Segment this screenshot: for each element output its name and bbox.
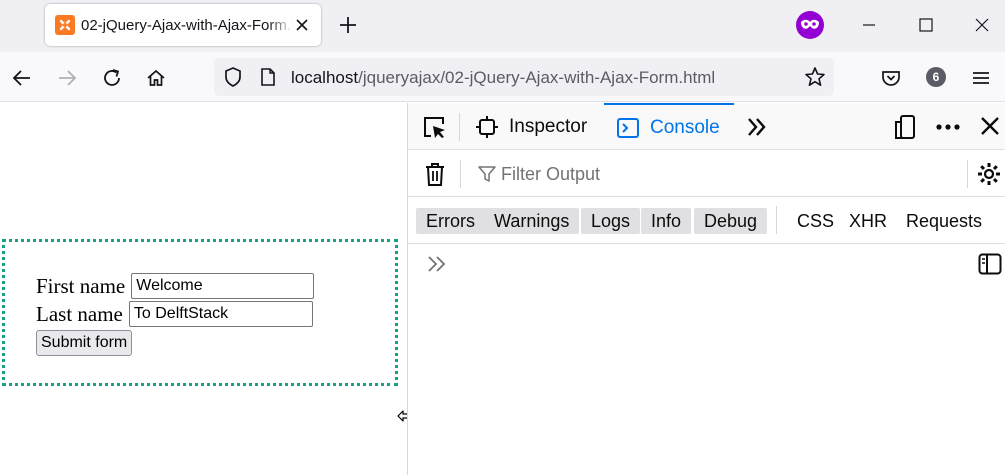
account-badge[interactable]: 6 [926, 67, 946, 87]
navigation-bar: localhost/jqueryajax/02-jQuery-Ajax-with… [0, 52, 1005, 102]
shield-icon[interactable] [222, 66, 244, 88]
console-prompt-chevron-icon[interactable] [426, 254, 448, 274]
filter-separator [460, 160, 461, 188]
submit-form-button[interactable]: Submit form [36, 330, 133, 356]
devtools-toolbar: Inspector Console [408, 103, 1005, 150]
filter-output-input[interactable]: Filter Output [501, 164, 600, 185]
more-options-icon[interactable] [935, 114, 961, 140]
last-name-input[interactable] [128, 301, 313, 327]
url-bar[interactable]: localhost/jqueryajax/02-jQuery-Ajax-with… [214, 58, 834, 96]
filter-requests-button[interactable]: Requests [906, 208, 982, 234]
browser-tab-active[interactable]: 02-jQuery-Ajax-with-Ajax-Form.html [45, 4, 321, 46]
filter-css-button[interactable]: CSS [797, 208, 834, 234]
console-icon [617, 117, 639, 138]
last-name-label: Last name [36, 301, 123, 326]
tab-title: 02-jQuery-Ajax-with-Ajax-Form.html [81, 16, 293, 34]
tab-console-label: Console [650, 116, 720, 138]
tab-inspector-label: Inspector [509, 115, 588, 137]
settings-gear-icon[interactable] [976, 161, 1002, 187]
level-info-button[interactable]: Info [641, 208, 692, 234]
maximize-icon[interactable] [917, 16, 935, 34]
sidebar-toggle-icon[interactable] [978, 253, 1002, 275]
tab-console[interactable]: Console [604, 103, 734, 150]
bookmark-star-icon[interactable] [804, 66, 826, 88]
page-content: First name Last name Submit form [0, 103, 423, 475]
close-window-icon[interactable] [973, 16, 991, 34]
filter-xhr-button[interactable]: XHR [849, 208, 887, 234]
minimize-icon[interactable] [860, 16, 878, 34]
filter-bar: Filter Output [408, 150, 1005, 197]
element-picker-icon[interactable] [421, 114, 447, 140]
ajax-form: First name Last name Submit form [2, 239, 398, 386]
hamburger-menu-icon[interactable] [970, 67, 992, 89]
tab-inspector[interactable]: Inspector [475, 103, 599, 150]
url-text: localhost/jqueryajax/02-jQuery-Ajax-with… [291, 68, 715, 88]
settings-separator [967, 160, 968, 188]
first-name-row: First name [36, 273, 315, 299]
close-tab-icon[interactable] [295, 18, 309, 32]
page-info-icon[interactable] [258, 67, 278, 87]
devtools-panel: Inspector Console Filter Output Errors W… [407, 103, 1005, 475]
close-devtools-icon[interactable] [978, 114, 1002, 138]
home-icon[interactable] [145, 67, 167, 89]
url-path: /jqueryajax/02-jQuery-Ajax-with-Ajax-For… [358, 68, 716, 87]
private-mask-icon[interactable] [796, 11, 824, 39]
responsive-design-icon[interactable] [892, 114, 918, 140]
url-host: localhost [291, 68, 359, 87]
level-separator [776, 206, 777, 234]
more-tabs-chevron-icon[interactable] [744, 114, 770, 140]
level-debug-button[interactable]: Debug [694, 208, 768, 234]
back-arrow-icon[interactable] [11, 67, 33, 89]
xampp-favicon-icon [55, 15, 75, 35]
new-tab-icon[interactable] [338, 15, 358, 35]
filter-funnel-icon [478, 166, 496, 182]
first-name-input[interactable] [131, 273, 315, 299]
level-errors-button[interactable]: Errors [416, 208, 485, 234]
level-warnings-button[interactable]: Warnings [484, 208, 580, 234]
level-logs-button[interactable]: Logs [581, 208, 641, 234]
trash-icon[interactable] [423, 161, 447, 187]
last-name-row: Last name [36, 301, 313, 327]
tab-strip: 02-jQuery-Ajax-with-Ajax-Form.html [0, 0, 1005, 52]
pocket-icon[interactable] [880, 67, 902, 89]
toolbar-separator [459, 113, 460, 141]
inspector-icon [476, 115, 498, 138]
first-name-label: First name [36, 273, 126, 298]
log-level-bar: Errors Warnings Logs Info Debug CSS XHR … [408, 197, 1005, 244]
forward-arrow-icon[interactable] [56, 67, 78, 89]
reload-icon[interactable] [101, 67, 123, 89]
